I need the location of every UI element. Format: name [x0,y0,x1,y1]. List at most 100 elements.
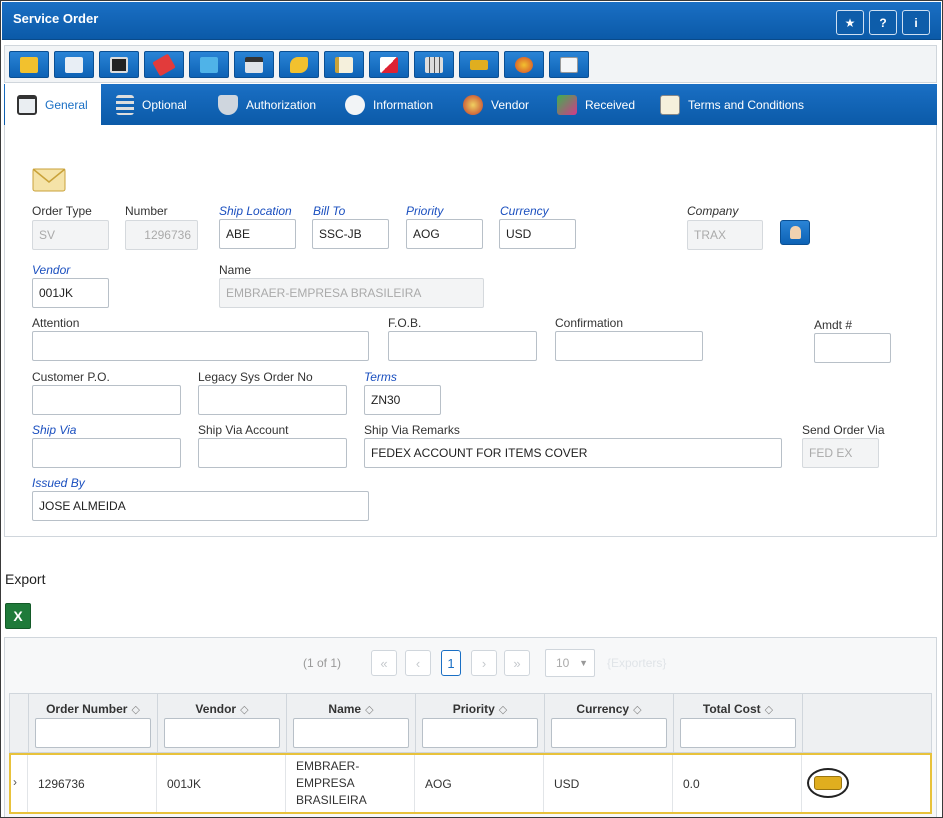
save-button[interactable] [99,51,139,78]
service-order-window: Service Order ★ ? i General Optional Aut… [0,0,943,818]
new-button[interactable] [54,51,94,78]
page-1-button[interactable]: 1 [441,650,461,676]
attention-field[interactable] [32,331,369,361]
terms-label: Terms [364,370,397,384]
favorite-button[interactable]: ★ [836,10,864,35]
priority-filter-input[interactable] [422,718,538,748]
print-button[interactable] [234,51,274,78]
order-number-filter-input[interactable] [35,718,151,748]
globe-button[interactable] [504,51,544,78]
legacy-sys-order-no-field[interactable] [198,385,347,415]
document-button[interactable] [549,51,589,78]
amdt-field[interactable] [814,333,891,363]
tab-received[interactable]: Received [557,84,635,125]
globe-icon [515,56,533,73]
pager-info: (1 of 1) [303,656,342,670]
title-bar: Service Order ★ ? i [2,2,941,40]
rows-per-page-select[interactable]: 10 ▼ [545,649,595,677]
col-order-number[interactable]: Order Number ◇ [28,694,157,752]
person-icon [790,226,801,239]
info-button[interactable]: i [902,10,930,35]
ship-via-field[interactable] [32,438,181,468]
table-header: Order Number ◇ Vendor ◇ Name ◇ Priority ◇ Cu… [9,693,932,753]
ship-location-field[interactable]: ABE [219,219,296,249]
grid-button[interactable] [414,51,454,78]
chart-button[interactable] [369,51,409,78]
print-icon [245,56,263,73]
total-cost-filter-input[interactable] [680,718,796,748]
book-button[interactable] [189,51,229,78]
bill-to-label: Bill To [313,204,346,218]
confirmation-label: Confirmation [555,316,624,330]
ship-location-label: Ship Location [219,204,292,218]
terms-field[interactable]: ZN30 [364,385,441,415]
fob-field[interactable] [388,331,537,361]
company-lookup-button[interactable] [780,220,810,245]
erase-icon [152,53,176,76]
undo-icon [290,56,308,73]
number-field: 1296736 [125,220,198,250]
info-icon: i [914,15,918,30]
cell-order-number: 1296736 [27,755,156,812]
name-field: EMBRAER-EMPRESA BRASILEIRA [219,278,484,308]
star-icon: ★ [844,15,856,30]
refresh-button[interactable] [9,51,49,78]
tab-vendor[interactable]: Vendor [463,84,529,125]
customer-po-field[interactable] [32,385,181,415]
table-row[interactable]: › 1296736 001JK EMBRAER-EMPRESA BRASILEI… [9,753,932,814]
tab-label: Received [585,97,636,112]
col-label: Currency [576,702,630,716]
next-page-button[interactable]: › [471,650,497,676]
vendor-filter-input[interactable] [164,718,280,748]
col-label: Priority [452,702,495,716]
col-name[interactable]: Name ◇ [286,694,415,752]
link-record-button[interactable] [807,768,849,798]
undo-button[interactable] [279,51,319,78]
currency-field[interactable]: USD [499,219,576,249]
exporters-placeholder: {Exporters} [607,656,667,670]
vendor-field[interactable]: 001JK [32,278,109,308]
col-label: Total Cost [702,702,761,716]
window-icon [17,94,37,115]
col-total-cost[interactable]: Total Cost ◇ [673,694,802,752]
erase-button[interactable] [144,51,184,78]
col-vendor[interactable]: Vendor ◇ [157,694,286,752]
email-icon[interactable] [32,168,66,192]
issued-by-field[interactable]: JOSE ALMEIDA [32,491,369,521]
excel-export-icon[interactable]: X [5,603,31,629]
company-label: Company [687,204,739,218]
number-label: Number [125,204,168,218]
tab-label: Terms and Conditions [688,97,805,112]
priority-label: Priority [406,204,444,218]
col-actions [802,694,931,752]
tab-label: Vendor [491,97,530,112]
sort-icon: ◇ [498,704,508,716]
name-filter-input[interactable] [293,718,409,748]
tab-information[interactable]: Information [345,84,433,125]
currency-filter-input[interactable] [551,718,667,748]
ship-via-remarks-field[interactable]: FEDEX ACCOUNT FOR ITEMS COVER [364,438,782,468]
received-icon [557,94,577,115]
tab-terms-and-conditions[interactable]: Terms and Conditions [660,84,804,125]
tab-general[interactable]: General [5,84,101,125]
bill-to-field[interactable]: SSC-JB [312,219,389,249]
link-button[interactable] [459,51,499,78]
priority-field[interactable]: AOG [406,219,483,249]
save-icon [110,56,128,73]
ship-via-label: Ship Via [32,423,77,437]
row-expand-icon[interactable]: › [13,775,17,789]
col-priority[interactable]: Priority ◇ [415,694,544,752]
prev-page-button[interactable]: ‹ [405,650,431,676]
tab-authorization[interactable]: Authorization [218,84,316,125]
last-page-button[interactable]: » [504,650,530,676]
notes-button[interactable] [324,51,364,78]
first-page-button[interactable]: « [371,650,397,676]
shield-icon [218,94,238,115]
tab-optional[interactable]: Optional [116,84,187,125]
ship-via-remarks-label: Ship Via Remarks [364,423,460,437]
confirmation-field[interactable] [555,331,703,361]
col-currency[interactable]: Currency ◇ [544,694,673,752]
customer-po-label: Customer P.O. [32,370,110,384]
help-button[interactable]: ? [869,10,897,35]
ship-via-account-field[interactable] [198,438,347,468]
